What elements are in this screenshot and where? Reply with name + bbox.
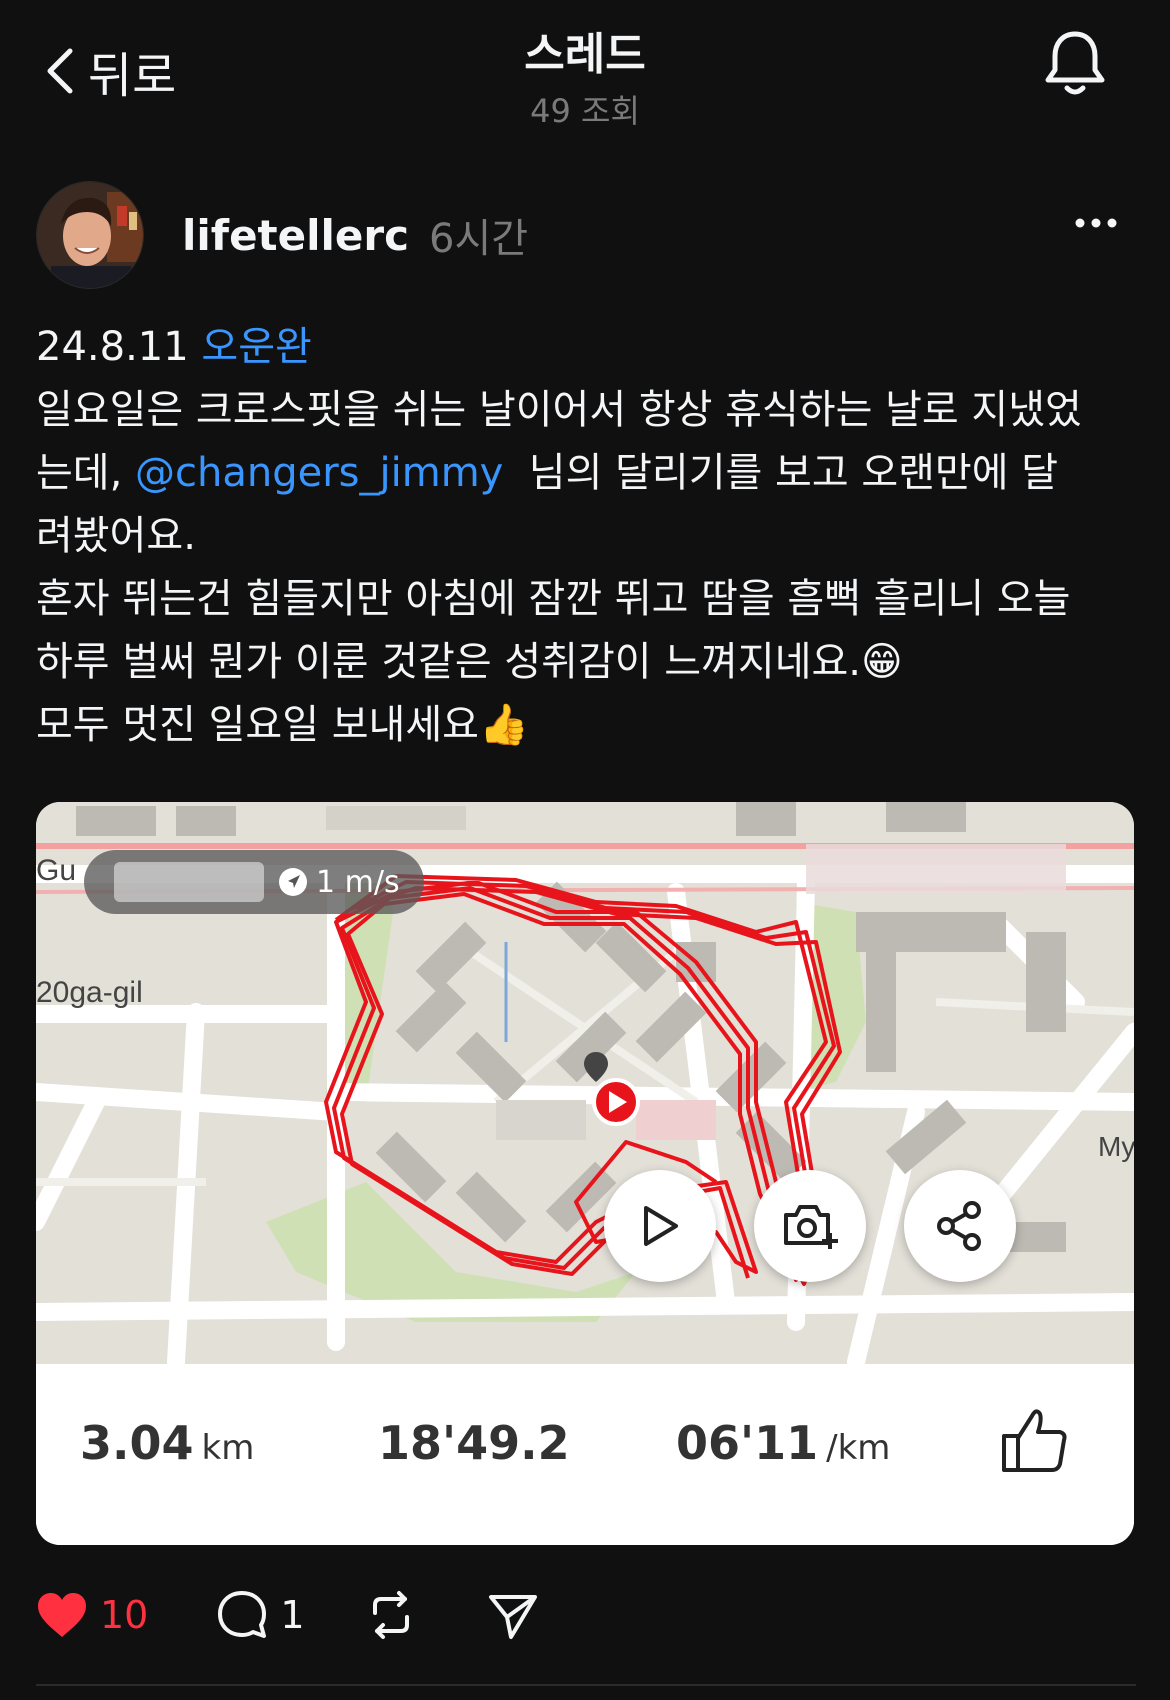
play-icon: [644, 1206, 678, 1246]
like-count: 10: [100, 1593, 149, 1637]
comment-button[interactable]: 1: [216, 1589, 305, 1641]
post-text-span: 려봤어요.: [36, 513, 196, 559]
thumbs-up-emoji: 👍: [478, 702, 529, 748]
street-label: Gu: [36, 854, 76, 887]
share-post-button[interactable]: [487, 1589, 539, 1641]
post-line: 는데, @changers_jimmy 님의 달리기를 보고 오랜만에 달: [36, 442, 1136, 505]
post-line: 혼자 뛰는건 힘들지만 아침에 잠깐 뛰고 땀을 흠뻑 흘리니 오늘: [36, 568, 1136, 631]
start-marker-icon: [592, 1078, 640, 1126]
post-body: 24.8.11 오운완 일요일은 크로스핏을 쉬는 날이어서 항상 휴식하는 날…: [36, 316, 1136, 757]
distance-value: 3.04: [80, 1416, 194, 1470]
repost-button[interactable]: [365, 1589, 417, 1641]
post-line: 24.8.11 오운완: [36, 316, 1136, 379]
distance-unit: km: [201, 1428, 255, 1468]
post-date: 24.8.11: [36, 324, 189, 370]
camera-plus-icon: [784, 1205, 838, 1249]
username[interactable]: lifetellerc: [182, 211, 409, 260]
post-text-span: 님의 달리기를 보고 오랜만에 달: [503, 450, 1059, 496]
post-text-span: 는데,: [36, 450, 136, 496]
play-replay-button[interactable]: [604, 1170, 716, 1282]
navigation-arrow-icon: [279, 868, 307, 896]
workout-stats: 3.04 km 18'49.2 06'11/km: [36, 1364, 1134, 1545]
more-horizontal-icon: [1075, 218, 1117, 228]
hashtag-link[interactable]: 오운완: [201, 324, 311, 370]
add-photo-button[interactable]: [754, 1170, 866, 1282]
speed-value: 1 m/s: [316, 864, 400, 900]
post-line: 일요일은 크로스핏을 쉬는 날이어서 항상 휴식하는 날로 지냈었: [36, 379, 1136, 442]
blurred-label: [636, 1100, 716, 1140]
notification-button[interactable]: [1042, 28, 1108, 104]
post-line: 모두 멋진 일요일 보내세요👍: [36, 694, 1136, 757]
pace-value: 06'11: [676, 1416, 819, 1470]
blurred-label: [806, 844, 1066, 894]
header-title-block: 스레드 49 조회: [0, 18, 1170, 132]
mention-link[interactable]: @changers_jimmy: [135, 450, 503, 496]
route-map: Gu 20ga-gil My 1 m/s: [36, 802, 1134, 1371]
duration-stat: 18'49.2: [378, 1416, 570, 1470]
distance-stat: 3.04 km: [80, 1416, 254, 1470]
post-text-span: 모두 멋진 일요일 보내세요: [36, 702, 479, 748]
speed-badge: 1 m/s: [84, 850, 424, 914]
kudos-button[interactable]: [998, 1404, 1070, 1480]
top-bar: 뒤로 스레드 49 조회: [0, 0, 1170, 140]
post-text-span: 일요일은 크로스핏을 쉬는 날이어서 항상 휴식하는 날로 지냈었: [36, 387, 1082, 433]
repost-icon: [372, 1591, 409, 1639]
blurred-label: [496, 1100, 586, 1140]
duration-value: 18'49.2: [378, 1416, 570, 1470]
pace-unit: /km: [826, 1428, 891, 1468]
page-title: 스레드: [524, 29, 646, 80]
post-actions: 10 1: [36, 1580, 1136, 1650]
post-line: 려봤어요.: [36, 505, 1136, 568]
post-text-span: 혼자 뛰는건 힘들지만 아침에 잠깐 뛰고 땀을 흠뻑 흘리니 오늘: [36, 576, 1071, 622]
street-label: 20ga-gil: [36, 976, 143, 1009]
avatar[interactable]: [36, 181, 144, 289]
blurred-location-name: [114, 862, 264, 902]
like-button[interactable]: 10: [36, 1591, 148, 1639]
post-time: 6시간: [429, 216, 529, 262]
post-line: 하루 벌써 뭔가 이룬 것같은 성취감이 느껴지네요.😁: [36, 631, 1136, 694]
more-options-button[interactable]: [1074, 214, 1118, 233]
bell-icon: [1045, 31, 1105, 95]
post-text-span: 하루 벌써 뭔가 이룬 것같은 성취감이 느껴지네요.: [36, 639, 862, 685]
send-icon: [488, 1595, 537, 1639]
comment-icon: [218, 1591, 267, 1638]
thumbs-up-icon: [1002, 1409, 1067, 1472]
blurred-label: [326, 806, 466, 830]
divider: [36, 1684, 1136, 1686]
post-author-row: lifetellerc 6시간: [36, 180, 1136, 290]
street-label: My: [1098, 1131, 1134, 1162]
share-icon: [937, 1201, 981, 1251]
share-button[interactable]: [904, 1170, 1016, 1282]
pace-stat: 06'11/km: [676, 1416, 890, 1470]
grin-emoji: 😁: [861, 639, 903, 685]
view-count: 49 조회: [530, 92, 640, 130]
attached-workout-image[interactable]: Gu 20ga-gil My 1 m/s 3.04 km 18'49.2 06'…: [36, 802, 1134, 1545]
heart-filled-icon: [38, 1593, 86, 1637]
avatar-image: [37, 182, 143, 288]
comment-count: 1: [280, 1593, 305, 1637]
